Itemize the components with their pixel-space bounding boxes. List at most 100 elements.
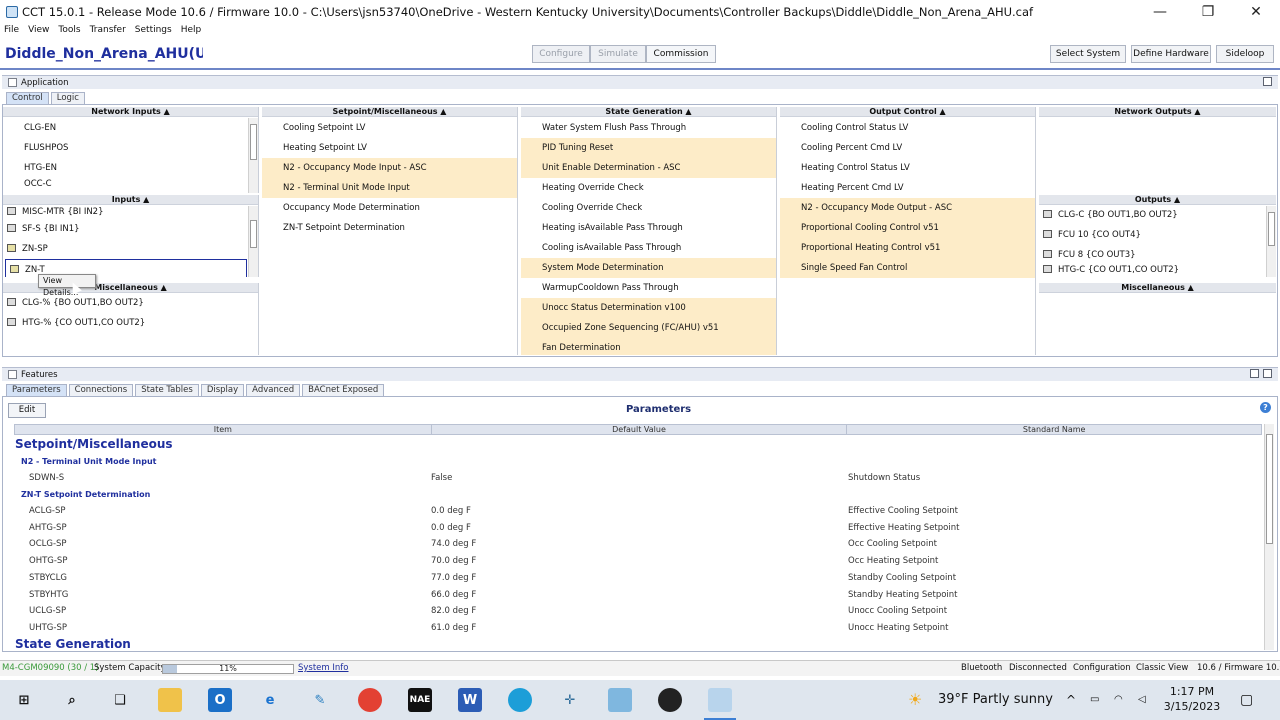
collapse-checkbox[interactable] (8, 78, 17, 87)
select-system-button[interactable]: Select System (1050, 45, 1126, 63)
minimize-button[interactable]: — (1136, 0, 1184, 23)
column-header-standard-name[interactable]: Standard Name (847, 425, 1261, 434)
list-item[interactable]: PID Tuning Reset (521, 138, 776, 158)
list-item[interactable]: Unit Enable Determination - ASC (521, 158, 776, 178)
commission-button[interactable]: Commission (646, 45, 716, 63)
list-item[interactable]: Heating isAvailable Pass Through (521, 218, 776, 238)
list-item[interactable]: Fan Determination (521, 338, 776, 355)
column-header-default-value[interactable]: Default Value (432, 425, 848, 434)
list-item[interactable]: Single Speed Fan Control (780, 258, 1035, 278)
menu-view[interactable]: View (24, 23, 54, 37)
maximize-button[interactable]: ❐ (1184, 0, 1232, 23)
list-item[interactable]: HTG-% {CO OUT1,CO OUT2} (3, 313, 258, 333)
list-item[interactable]: N2 - Occupancy Mode Input - ASC (262, 158, 517, 178)
edit-button[interactable]: Edit (8, 403, 46, 418)
list-item[interactable]: FCU 8 {CO OUT3} (1039, 245, 1276, 265)
list-item[interactable]: FCU 10 {CO OUT4} (1039, 225, 1276, 245)
context-menu-view-details[interactable]: View Details... (38, 274, 96, 297)
list-item[interactable]: Proportional Cooling Control v51 (780, 218, 1035, 238)
scrollbar[interactable] (248, 206, 258, 277)
weather-text[interactable]: 39°F Partly sunny (938, 680, 1053, 720)
list-item[interactable]: System Mode Determination (521, 258, 776, 278)
word-icon[interactable]: W (458, 688, 482, 712)
tab-logic[interactable]: Logic (50, 92, 85, 104)
tool-icon[interactable]: ✎ (308, 688, 332, 712)
nae-icon[interactable]: NAE (408, 688, 432, 712)
tab-state-tables[interactable]: State Tables (135, 384, 199, 396)
define-hardware-button[interactable]: Define Hardware (1131, 45, 1211, 63)
restore-icon[interactable] (1263, 77, 1272, 86)
configure-button[interactable]: Configure (532, 45, 590, 63)
tab-advanced[interactable]: Advanced (246, 384, 301, 396)
collapse-checkbox[interactable] (8, 370, 17, 379)
help-icon[interactable]: ? (1260, 402, 1271, 413)
table-row[interactable]: OCLG-SP 74.0 deg F Occ Cooling Setpoint (14, 536, 1262, 552)
weather-icon[interactable]: ☀ (908, 680, 922, 720)
close-button[interactable]: ✕ (1232, 0, 1280, 23)
table-row[interactable]: SDWN-S False Shutdown Status (14, 470, 1262, 486)
list-item[interactable]: Occupancy Mode Determination (262, 198, 517, 218)
outlook-icon[interactable]: O (208, 688, 232, 712)
task-view-icon[interactable]: ❑ (108, 688, 132, 712)
list-item[interactable]: Cooling Setpoint LV (262, 118, 517, 138)
table-row[interactable]: AHTG-SP 0.0 deg F Effective Heating Setpoi… (14, 520, 1262, 536)
list-item[interactable]: OCC-C (3, 178, 258, 190)
restore-icon[interactable] (1250, 369, 1259, 378)
windows-start-icon[interactable]: ⊞ (12, 688, 36, 712)
list-item[interactable]: MISC-MTR {BI IN2} (3, 205, 258, 219)
list-item[interactable]: SF-S {BI IN1} (3, 219, 258, 239)
maximize-icon[interactable] (1263, 369, 1272, 378)
network-tool-icon[interactable]: ✛ (558, 688, 582, 712)
app-window-icon[interactable] (608, 688, 632, 712)
table-row[interactable]: OHTG-SP 70.0 deg F Occ Heating Setpoint (14, 553, 1262, 569)
system-info-link[interactable]: System Info (298, 661, 349, 676)
menu-file[interactable]: File (0, 23, 24, 37)
recorder-icon[interactable] (658, 688, 682, 712)
tab-parameters[interactable]: Parameters (6, 384, 67, 396)
list-item[interactable]: Cooling Percent Cmd LV (780, 138, 1035, 158)
ie-browser-icon[interactable]: e (258, 688, 282, 712)
tab-bacnet-exposed[interactable]: BACnet Exposed (302, 384, 385, 396)
list-item[interactable]: Proportional Heating Control v51 (780, 238, 1035, 258)
list-item[interactable]: Heating Control Status LV (780, 158, 1035, 178)
list-item[interactable]: Unocc Status Determination v100 (521, 298, 776, 318)
simulate-button[interactable]: Simulate (590, 45, 646, 63)
network-inputs-header[interactable]: Network Inputs ▲ (3, 107, 258, 117)
list-item[interactable]: Cooling isAvailable Pass Through (521, 238, 776, 258)
scrollbar[interactable] (1266, 206, 1276, 277)
list-item[interactable]: ZN-SP (3, 239, 258, 259)
list-item[interactable]: Water System Flush Pass Through (521, 118, 776, 138)
cct-app-icon[interactable] (708, 688, 732, 712)
table-row[interactable]: UHTG-SP 61.0 deg F Unocc Heating Setpoint (14, 620, 1262, 636)
clock[interactable]: 1:17 PM 3/15/2023 (1160, 684, 1224, 714)
tab-connections[interactable]: Connections (68, 384, 134, 396)
menu-help[interactable]: Help (177, 23, 207, 37)
list-item[interactable]: Cooling Override Check (521, 198, 776, 218)
output-control-header[interactable]: Output Control ▲ (780, 107, 1035, 117)
notification-icon[interactable]: ▢ (1240, 680, 1253, 720)
menu-settings[interactable]: Settings (131, 23, 177, 37)
setpoint-header[interactable]: Setpoint/Miscellaneous ▲ (262, 107, 517, 117)
menu-transfer[interactable]: Transfer (86, 23, 131, 37)
inputs-header[interactable]: Inputs ▲ (3, 195, 258, 205)
scrollbar[interactable] (248, 118, 258, 193)
battery-icon[interactable]: ▭ (1090, 680, 1099, 720)
list-item[interactable]: N2 - Terminal Unit Mode Input (262, 178, 517, 198)
search-icon[interactable]: ⌕ (60, 688, 84, 712)
scrollbar[interactable] (1264, 424, 1274, 650)
tab-control[interactable]: Control (6, 92, 49, 104)
outputs-header[interactable]: Outputs ▲ (1039, 195, 1276, 205)
volume-icon[interactable]: ◁ (1138, 680, 1146, 720)
edge-icon[interactable] (508, 688, 532, 712)
table-row[interactable]: STBYCLG 77.0 deg F Standby Cooling Setpoin… (14, 570, 1262, 586)
network-outputs-header[interactable]: Network Outputs ▲ (1039, 107, 1276, 117)
menu-tools[interactable]: Tools (54, 23, 85, 37)
misc-right-header[interactable]: Miscellaneous ▲ (1039, 283, 1276, 293)
list-item[interactable]: Heating Override Check (521, 178, 776, 198)
list-item[interactable]: HTG-C {CO OUT1,CO OUT2} (1039, 265, 1276, 275)
table-row[interactable]: UCLG-SP 82.0 deg F Unocc Cooling Setpoint (14, 603, 1262, 619)
table-row[interactable]: STBYHTG 66.0 deg F Standby Heating Setpoin… (14, 587, 1262, 603)
wifi-icon[interactable]: ◠ (1114, 680, 1123, 720)
list-item[interactable]: Occupied Zone Sequencing (FC/AHU) v51 (521, 318, 776, 338)
table-row[interactable]: ACLG-SP 0.0 deg F Effective Cooling Setpoi… (14, 503, 1262, 519)
